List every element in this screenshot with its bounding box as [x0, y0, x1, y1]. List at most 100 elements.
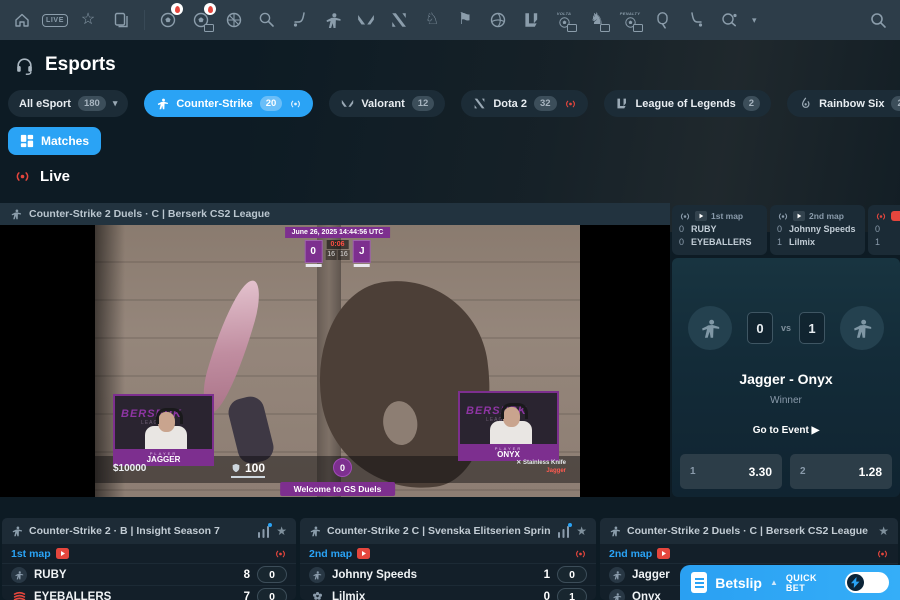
dota-2-icon[interactable] [389, 10, 409, 30]
live-indicator-icon [564, 99, 577, 109]
betslip-icon [691, 572, 707, 593]
horse-racing-icon[interactable]: ♞ [587, 10, 607, 30]
team-odd-box[interactable]: 0 [557, 566, 587, 583]
filter-league-of-legends[interactable]: League of Legends 2 [604, 90, 772, 117]
league-name: Counter-Strike 2 C | Svenska Elitserien … [327, 525, 551, 537]
sport-ball-icon[interactable] [686, 10, 706, 30]
efootball-icon[interactable] [191, 10, 211, 30]
odd-label: 1 [690, 466, 696, 477]
filter-all-esport[interactable]: All eSport 180 ▾ [8, 90, 128, 117]
filter-valorant[interactable]: Valorant 12 [329, 90, 445, 117]
live-nav-icon[interactable]: LIVE [45, 10, 65, 30]
team-odd-box[interactable]: 1 [557, 588, 587, 600]
more-sports-caret-icon[interactable]: ▾ [752, 15, 757, 26]
live-indicator-icon [574, 549, 587, 559]
play-badge-icon[interactable] [357, 548, 370, 559]
favorite-star-icon[interactable]: ★ [276, 525, 287, 537]
table-tennis-icon[interactable] [719, 10, 739, 30]
team-name: RUBY [34, 569, 237, 581]
counter-strike-icon [309, 525, 321, 537]
e-badge [567, 24, 577, 32]
esports-page: LIVE ☆ ♘ ⚑ VOLTA ♞ PENALTY ▾ Esports All… [0, 0, 900, 600]
video-player[interactable]: June 26, 2025 14:44:56 UTC 0 0:06 16 16 … [0, 225, 670, 497]
tennis-icon[interactable] [257, 10, 277, 30]
play-icon[interactable] [793, 211, 805, 221]
play-badge-icon[interactable] [657, 548, 670, 559]
nav-divider [144, 10, 145, 30]
penalty-football-icon[interactable]: PENALTY [620, 10, 640, 30]
filter-rainbow-six[interactable]: Rainbow Six 28 [787, 90, 900, 117]
go-to-event-link[interactable]: Go to Event ▶ [672, 425, 900, 436]
player-name: ONYX [460, 451, 557, 459]
map-label: 2nd map [809, 211, 844, 221]
filter-label: League of Legends [636, 98, 736, 110]
page-title: Esports [14, 54, 116, 76]
volleyball-icon[interactable] [488, 10, 508, 30]
counter-strike-icon [609, 525, 621, 537]
matches-button[interactable]: Matches [8, 127, 101, 155]
betslip-bar[interactable]: Betslip ▲ QUICK BET [680, 565, 900, 600]
map-status-row: 2nd map [600, 544, 898, 563]
odd-button-1[interactable]: 1 3.30 [680, 454, 782, 489]
team-odd-box[interactable]: 0 [257, 588, 287, 600]
map-team: Lilmix [789, 237, 815, 247]
chevron-up-icon[interactable]: ▲ [770, 578, 778, 587]
counter-strike-icon[interactable] [323, 10, 343, 30]
search-icon[interactable] [868, 10, 888, 30]
live-indicator-icon [777, 212, 789, 221]
filter-count-badge: 32 [534, 96, 557, 111]
match-card-header: Counter-Strike 2 · B | Insight Season 7 … [2, 518, 296, 544]
filter-counter-strike[interactable]: Counter-Strike 20 [144, 90, 313, 117]
racing-flag-icon[interactable]: ⚑ [455, 10, 475, 30]
league-of-legends-icon[interactable] [521, 10, 541, 30]
home-icon[interactable] [12, 10, 32, 30]
map-card-3[interactable]: 0 1 [868, 205, 900, 255]
headset-icon [14, 55, 35, 76]
live-indicator-icon [876, 549, 889, 559]
quick-bet-toggle[interactable] [845, 572, 889, 593]
valorant-icon[interactable] [356, 10, 376, 30]
play-icon[interactable] [695, 211, 707, 221]
e-badge [633, 24, 643, 32]
map-card-2[interactable]: 2nd map 0 Johnny Speeds 1 Lilmix [770, 205, 865, 255]
top-nav: LIVE ☆ ♘ ⚑ VOLTA ♞ PENALTY ▾ [0, 0, 900, 40]
counter-strike-icon [10, 208, 22, 220]
padel-icon[interactable] [653, 10, 673, 30]
live-indicator-icon [289, 99, 302, 109]
player-nameplate: PLAYER ONYX [460, 444, 557, 459]
team-odd-box[interactable]: 0 [257, 566, 287, 583]
filter-label: Valorant [361, 98, 404, 110]
football-icon[interactable] [158, 10, 178, 30]
team-row: Lilmix 0 1 [300, 585, 596, 600]
team-logo-ruby [11, 567, 27, 583]
basketball-icon[interactable] [224, 10, 244, 30]
betslips-icon[interactable] [111, 10, 131, 30]
map-team-row: 1 Lilmix [777, 237, 858, 247]
red-badge [891, 211, 900, 221]
filter-count-badge: 28 [891, 96, 900, 111]
winner-market-panel: 0 vs 1 Jagger - Onyx Winner Go to Event … [672, 258, 900, 497]
play-badge-icon[interactable] [56, 548, 69, 559]
filter-label: All eSport [19, 98, 71, 110]
favorites-star-icon[interactable]: ☆ [78, 10, 98, 30]
filter-dota-2[interactable]: Dota 2 32 [461, 90, 587, 117]
favorite-star-icon[interactable]: ★ [878, 525, 889, 537]
stats-icon[interactable] [257, 525, 270, 538]
match-sidebar: 1st map 0 RUBY 0 EYEBALLERS 2nd map [672, 203, 900, 497]
team-avatar-right [840, 306, 884, 350]
stream-header[interactable]: Counter-Strike 2 Duels · C | Berserk CS2… [0, 203, 670, 225]
live-indicator-icon [679, 212, 691, 221]
odd-button-2[interactable]: 2 1.28 [790, 454, 892, 489]
map-team-row: 0 Johnny Speeds [777, 224, 858, 234]
match-card-2[interactable]: Counter-Strike 2 C | Svenska Elitserien … [300, 518, 596, 600]
stats-icon[interactable] [557, 525, 570, 538]
esports-hockey-icon[interactable] [290, 10, 310, 30]
chess-icon[interactable]: ♘ [422, 10, 442, 30]
favorite-star-icon[interactable]: ★ [576, 525, 587, 537]
volta-football-icon[interactable]: VOLTA [554, 10, 574, 30]
live-broadcast-icon [14, 170, 31, 183]
match-card-1[interactable]: Counter-Strike 2 · B | Insight Season 7 … [2, 518, 296, 600]
league-name: Counter-Strike 2 Duels · C | Berserk CS2… [627, 525, 872, 537]
hud-ammo: 0 [333, 458, 352, 477]
map-card-1[interactable]: 1st map 0 RUBY 0 EYEBALLERS [672, 205, 767, 255]
